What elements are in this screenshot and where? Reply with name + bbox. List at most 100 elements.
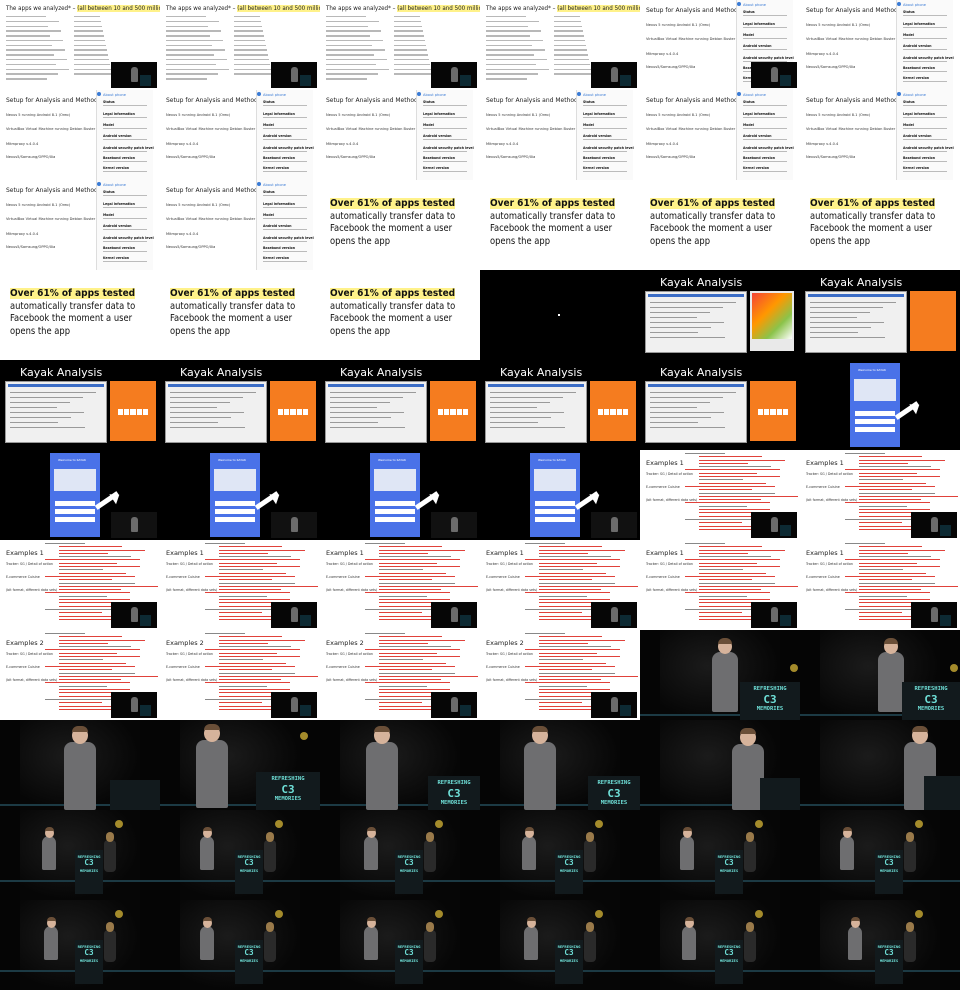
code-line bbox=[219, 652, 277, 654]
app-list-right bbox=[554, 16, 594, 78]
code-line bbox=[379, 566, 460, 568]
hero-image bbox=[534, 469, 576, 491]
text-line bbox=[6, 35, 50, 37]
code-line bbox=[699, 459, 785, 461]
code-line bbox=[525, 575, 615, 577]
about-phone-panel: About phone Status Legal information Model A… bbox=[576, 90, 634, 180]
code-line bbox=[859, 479, 903, 481]
lectern bbox=[924, 776, 960, 810]
code-line bbox=[365, 665, 455, 667]
setup-line: Nexus5/Samsung/OPPO/Xia bbox=[806, 65, 856, 69]
code-line bbox=[859, 572, 926, 574]
code-line bbox=[219, 589, 281, 591]
panel-label: Kernel version bbox=[103, 166, 130, 170]
code-line bbox=[539, 612, 582, 614]
text-line bbox=[554, 30, 583, 32]
panel-label: Legal information bbox=[423, 112, 455, 116]
code-line bbox=[59, 689, 130, 691]
setup-line: Nexus5/Samsung/OPPO/Xia bbox=[166, 155, 216, 159]
stat-line: automatically transfer data to bbox=[650, 210, 776, 222]
setup-line: Mitmproxy v.4.0.4 bbox=[166, 232, 199, 236]
code-line bbox=[379, 642, 428, 644]
code-line bbox=[685, 559, 780, 561]
code-line bbox=[205, 543, 245, 544]
logo-tile bbox=[598, 409, 604, 415]
text-line bbox=[554, 35, 584, 37]
code-line bbox=[685, 453, 725, 454]
logo-mid: C3 bbox=[564, 858, 574, 868]
code-line bbox=[845, 502, 930, 504]
login-button bbox=[215, 509, 255, 514]
hero-image bbox=[374, 469, 416, 491]
speaker bbox=[196, 740, 228, 808]
code-line bbox=[699, 589, 761, 591]
panel-label: Android security patch level bbox=[263, 236, 314, 240]
speaker bbox=[364, 926, 378, 960]
panel-label: Android version bbox=[263, 224, 292, 228]
panel-heading: About phone bbox=[903, 93, 927, 97]
text-line bbox=[234, 44, 266, 47]
kayak-phone-screen bbox=[750, 381, 796, 441]
slide-title: Examples 1 bbox=[646, 459, 684, 467]
speaker-figure bbox=[451, 697, 458, 712]
code-line bbox=[59, 662, 126, 664]
text-line bbox=[234, 30, 263, 32]
panel-label: Legal information bbox=[743, 112, 775, 116]
stage-plant bbox=[595, 910, 603, 918]
logo-mid: C3 bbox=[404, 948, 414, 958]
code-line bbox=[539, 679, 601, 681]
text-line bbox=[394, 54, 428, 56]
interpreter-hair bbox=[746, 832, 754, 842]
panel-label: Baseband version bbox=[743, 156, 775, 160]
panel-value bbox=[583, 128, 627, 129]
kayak-app-screen: Welcome to KAYAK bbox=[530, 453, 580, 537]
slide-title: Examples 1 bbox=[806, 549, 844, 557]
setup-line: VirtualBox Virtual Machine running Debia… bbox=[166, 217, 256, 221]
speaker bbox=[682, 926, 696, 960]
code-line bbox=[219, 546, 282, 548]
speaker-hair bbox=[740, 728, 756, 735]
thumbnail-23: Kayak Analysis bbox=[800, 270, 960, 360]
log-row bbox=[170, 427, 245, 428]
stat-line: opens the app bbox=[170, 325, 231, 337]
code-line bbox=[859, 599, 930, 601]
text-line bbox=[326, 49, 385, 51]
setup-line: Nexus 5 running Android 8.1 (Oreo) bbox=[646, 113, 711, 117]
kayak-app-screen: Welcome to KAYAK bbox=[850, 363, 900, 447]
example-line: E-commerce Cuisine bbox=[166, 575, 200, 579]
code-line bbox=[219, 642, 268, 644]
panel-value bbox=[903, 128, 947, 129]
log-row bbox=[650, 402, 710, 403]
text-line bbox=[74, 16, 100, 18]
setup-line: Mitmproxy v.4.0.4 bbox=[646, 142, 679, 146]
code-line bbox=[539, 562, 597, 564]
text-line bbox=[326, 25, 368, 27]
code-line bbox=[859, 489, 912, 491]
kayak-logo bbox=[758, 409, 789, 415]
lectern bbox=[780, 525, 791, 536]
code-line bbox=[379, 662, 446, 664]
speaker bbox=[366, 742, 398, 810]
code-line bbox=[219, 572, 286, 574]
about-phone-panel: About phone Status Legal information Model A… bbox=[256, 180, 314, 270]
panel-label: Android security patch level bbox=[103, 236, 154, 240]
conference-logo: REFRESHINGC3MEMORIES bbox=[395, 944, 423, 963]
setup-line: Nexus 5 running Android 8.1 (Oreo) bbox=[486, 113, 551, 117]
code-line bbox=[539, 585, 638, 587]
panel-label: Model bbox=[103, 123, 114, 127]
code-line bbox=[379, 549, 465, 551]
text-line bbox=[234, 25, 262, 27]
logo-bottom: MEMORIES bbox=[79, 867, 99, 873]
conference-logo: REFRESHINGC3MEMORIES bbox=[875, 854, 903, 873]
slide-title: Examples 2 bbox=[326, 639, 364, 647]
text-line bbox=[554, 59, 589, 61]
kayak-app-screen: Welcome to KAYAK bbox=[210, 453, 260, 537]
code-line bbox=[205, 649, 300, 651]
kayak-app-screen: Welcome to KAYAK bbox=[370, 453, 420, 537]
text-line bbox=[6, 68, 69, 70]
stat-text: Over 61% of apps tested automatically tra… bbox=[330, 198, 455, 248]
panel-value bbox=[103, 207, 147, 208]
panel-label: Legal information bbox=[103, 202, 135, 206]
window-bar bbox=[648, 294, 744, 297]
speaker-pip bbox=[271, 602, 317, 628]
